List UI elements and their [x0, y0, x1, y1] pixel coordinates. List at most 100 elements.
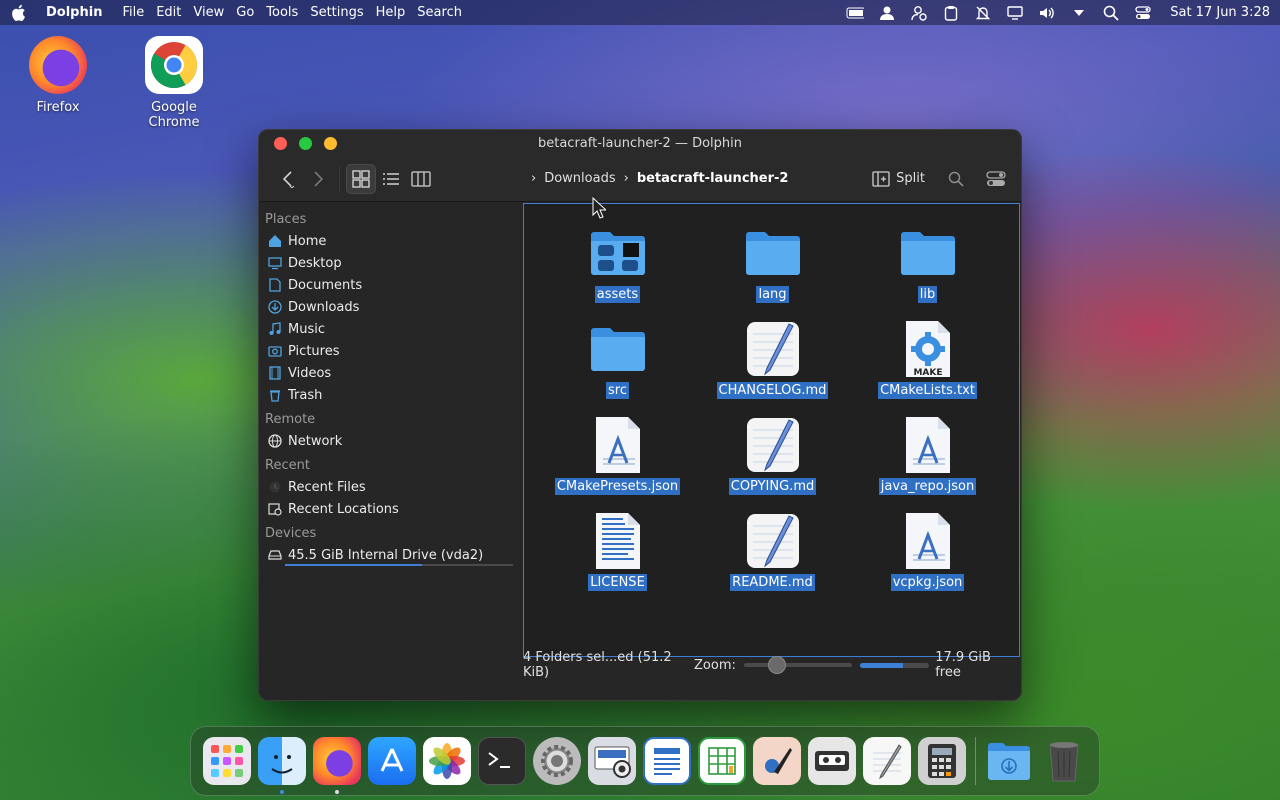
file-item-cmakepresets[interactable]: CMakePresets.json	[540, 414, 695, 510]
file-name: README.md	[730, 574, 815, 591]
control-center-icon[interactable]	[1134, 5, 1152, 21]
photos-icon[interactable]	[423, 737, 471, 785]
file-item-readme[interactable]: README.md	[695, 510, 850, 606]
file-item-src[interactable]: src	[540, 318, 695, 414]
file-view[interactable]: assets lang lib src CHANGELOG.md MAKE CM…	[523, 203, 1020, 657]
file-name: assets	[594, 286, 641, 303]
drive-icon	[267, 547, 283, 563]
textedit-icon[interactable]	[863, 737, 911, 785]
menu-settings[interactable]: Settings	[310, 5, 363, 20]
icons-view-button[interactable]	[346, 163, 376, 194]
search-icon	[948, 171, 964, 187]
file-item-license[interactable]: LICENSE	[540, 510, 695, 606]
sidebar-item-label: Trash	[288, 387, 323, 403]
file-name: CMakeLists.txt	[878, 382, 977, 399]
section-remote: Remote	[265, 412, 316, 427]
sidebar-item-videos[interactable]: Videos	[265, 362, 515, 384]
recent-files-icon	[267, 479, 283, 495]
menu-go[interactable]: Go	[236, 5, 254, 20]
sidebar-item-documents[interactable]: Documents	[265, 274, 515, 296]
apple-icon[interactable]	[10, 4, 28, 22]
system-settings-icon[interactable]	[533, 737, 581, 785]
menu-help[interactable]: Help	[376, 5, 406, 20]
file-item-vcpkg[interactable]: vcpkg.json	[850, 510, 1005, 606]
sidebar-item-home[interactable]: Home	[265, 230, 515, 252]
columns-view-button[interactable]	[406, 164, 436, 194]
menu-edit[interactable]: Edit	[156, 5, 181, 20]
sidebar-item-internal-drive[interactable]: 45.5 GiB Internal Drive (vda2)	[265, 544, 515, 566]
minimize-button[interactable]	[324, 136, 337, 150]
breadcrumb-current[interactable]: betacraft-launcher-2	[637, 171, 789, 186]
user-switch-icon[interactable]	[910, 5, 928, 21]
menu-file[interactable]: File	[122, 5, 144, 20]
sidebar-item-downloads[interactable]: Downloads	[265, 296, 515, 318]
downloads-folder-icon[interactable]	[985, 737, 1033, 785]
file-item-lib[interactable]: lib	[850, 222, 1005, 318]
folder-icon	[743, 222, 803, 284]
launchpad-icon[interactable]	[203, 737, 251, 785]
terminal-icon[interactable]	[478, 737, 526, 785]
file-item-cmakelists[interactable]: MAKE CMakeLists.txt	[850, 318, 1005, 414]
user-icon[interactable]	[878, 5, 896, 21]
sidebar-item-label: Pictures	[288, 343, 340, 359]
svg-text:MAKE: MAKE	[913, 368, 942, 378]
battery-icon[interactable]	[846, 5, 865, 21]
details-view-button[interactable]	[376, 164, 406, 194]
volume-icon[interactable]	[1038, 5, 1056, 21]
sidebar-item-music[interactable]: Music	[265, 318, 515, 340]
file-item-lang[interactable]: lang	[695, 222, 850, 318]
firefox-icon[interactable]	[313, 737, 361, 794]
finder-icon[interactable]	[258, 737, 306, 794]
sidebar-item-network[interactable]: Network	[265, 430, 515, 452]
menu-button[interactable]	[981, 164, 1011, 194]
sidebar-item-desktop[interactable]: Desktop	[265, 252, 515, 274]
breadcrumb-downloads[interactable]: Downloads	[544, 171, 615, 186]
file-item-copying[interactable]: COPYING.md	[695, 414, 850, 510]
section-recent: Recent	[265, 458, 310, 473]
display-icon[interactable]	[1006, 5, 1024, 21]
screenshot-icon[interactable]	[588, 737, 636, 785]
sidebar-item-trash[interactable]: Trash	[265, 384, 515, 406]
documents-icon	[267, 277, 283, 293]
close-button[interactable]	[274, 136, 287, 150]
maximize-button[interactable]	[299, 136, 312, 150]
tape-icon[interactable]	[808, 737, 856, 785]
file-item-assets[interactable]: assets	[540, 222, 695, 318]
zoom-slider[interactable]	[743, 656, 853, 674]
calculator-icon[interactable]	[918, 737, 966, 785]
sidebar-item-recent-locations[interactable]: Recent Locations	[265, 498, 515, 520]
draw-icon[interactable]	[753, 737, 801, 785]
no-notifications-icon[interactable]	[974, 5, 992, 21]
desktop-icon-label: Google Chrome	[148, 100, 200, 130]
desktop-icon-firefox[interactable]: Firefox	[8, 36, 108, 115]
file-item-changelog[interactable]: CHANGELOG.md	[695, 318, 850, 414]
split-button[interactable]: Split	[866, 165, 931, 193]
menu-tools[interactable]: Tools	[266, 5, 298, 20]
clock[interactable]: Sat 17 Jun 3:28	[1170, 5, 1270, 20]
sidebar-item-label: Recent Locations	[288, 501, 399, 517]
file-name: java_repo.json	[878, 478, 977, 495]
search-icon[interactable]	[1102, 5, 1120, 21]
sidebar-item-recent-files[interactable]: Recent Files	[265, 476, 515, 498]
menu-search[interactable]: Search	[417, 5, 462, 20]
columns-view-icon	[411, 170, 431, 187]
back-button[interactable]	[273, 164, 303, 194]
file-item-java-repo[interactable]: java_repo.json	[850, 414, 1005, 510]
forward-button[interactable]	[303, 164, 333, 194]
writer-icon[interactable]	[643, 737, 691, 785]
app-store-icon[interactable]	[368, 737, 416, 785]
chevron-down-icon[interactable]	[1070, 5, 1088, 21]
title-bar[interactable]: betacraft-launcher-2 — Dolphin	[259, 130, 1021, 156]
trash-icon[interactable]	[1040, 737, 1088, 785]
zoom-slider-handle[interactable]	[767, 656, 786, 674]
search-button[interactable]	[941, 164, 971, 194]
calc-icon[interactable]	[698, 737, 746, 785]
sidebar-item-pictures[interactable]: Pictures	[265, 340, 515, 362]
app-name-menu[interactable]: Dolphin	[46, 5, 102, 20]
desktop-icon-chrome[interactable]: Google Chrome	[124, 36, 224, 130]
zoom-label: Zoom:	[694, 657, 736, 673]
music-icon	[267, 321, 283, 337]
places-sidebar: Places Home Desktop Documents Downloads …	[259, 202, 521, 700]
menu-view[interactable]: View	[193, 5, 224, 20]
clipboard-icon[interactable]	[942, 5, 960, 21]
